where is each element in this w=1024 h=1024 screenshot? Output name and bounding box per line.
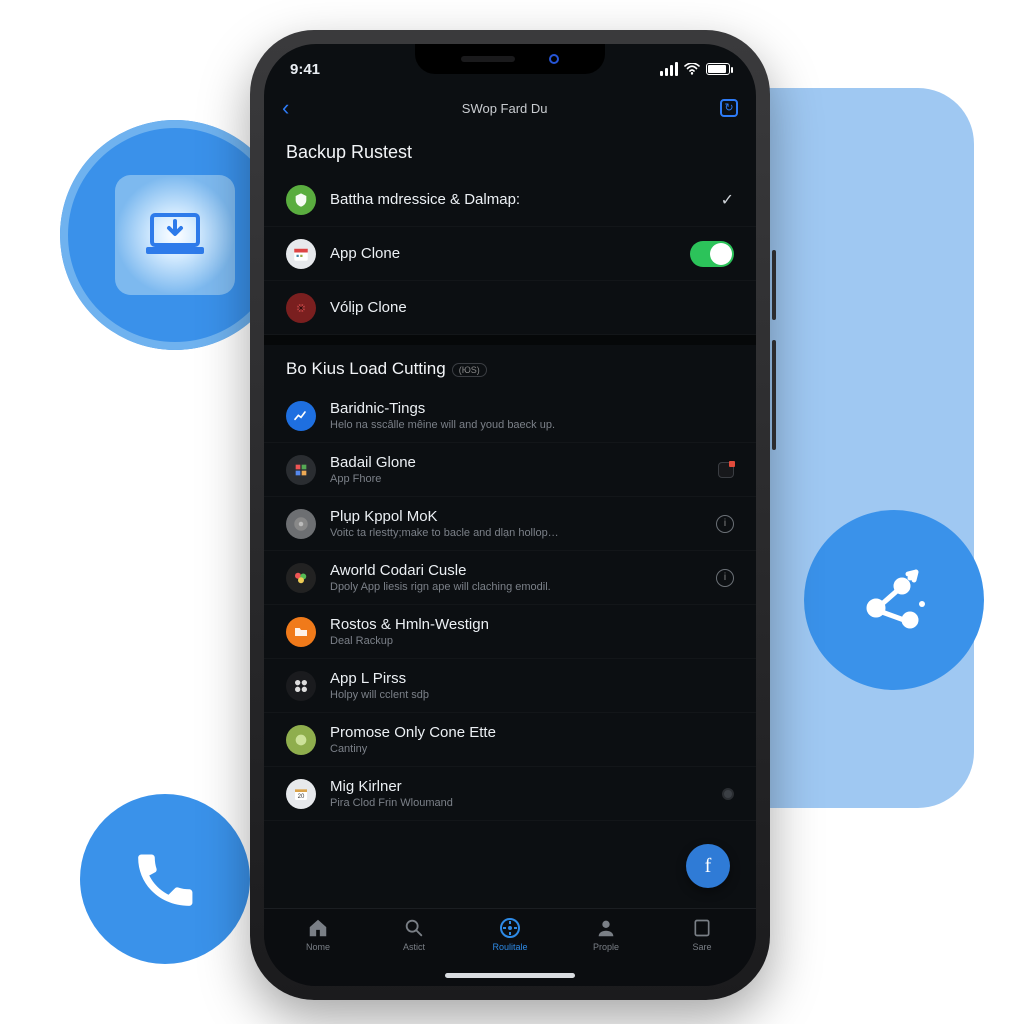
section2-title: Bo Kius Load Cutting(ЮS) bbox=[264, 345, 756, 389]
tab-label: Prople bbox=[593, 942, 619, 952]
row-label: App Clone bbox=[330, 245, 676, 262]
row-badail[interactable]: Badail Glone App Fhore bbox=[264, 443, 756, 497]
row-subtitle: Holpy will cclent sdþ bbox=[330, 689, 720, 701]
tab-label: Roulitale bbox=[492, 942, 527, 952]
share-network-icon bbox=[844, 550, 944, 650]
toggle-on[interactable] bbox=[690, 241, 734, 267]
row-subtitle: Pira Clod Frin Wloumand bbox=[330, 797, 708, 809]
sync-button[interactable] bbox=[720, 99, 738, 117]
row-title: Plụp Kppol MoK bbox=[330, 508, 702, 525]
notification-chip-icon bbox=[718, 462, 734, 478]
tab-label: Astict bbox=[403, 942, 425, 952]
phone-handset-icon bbox=[130, 844, 200, 914]
fab-button[interactable]: f bbox=[686, 844, 730, 888]
row-rostos[interactable]: Rostos & Hmln-Westign Deal Rackup bbox=[264, 605, 756, 659]
row-title: Mig Kirlner bbox=[330, 778, 708, 795]
folder-icon bbox=[286, 617, 316, 647]
radio-off-icon[interactable] bbox=[722, 788, 734, 800]
row-subtitle: Deal Rackup bbox=[330, 635, 720, 647]
checkmark-icon: ✓ bbox=[721, 190, 734, 210]
person-icon bbox=[594, 917, 618, 939]
row-label: Vólịp Clone bbox=[330, 299, 720, 316]
tab-home[interactable]: Nome bbox=[270, 917, 366, 986]
row-voip-clone[interactable]: Vólịp Clone bbox=[264, 281, 756, 335]
fab-label: f bbox=[705, 855, 712, 878]
decor-circle-phone bbox=[80, 794, 250, 964]
battery-icon bbox=[706, 63, 730, 75]
disc-icon bbox=[286, 509, 316, 539]
row-title: Baridnic-Tings bbox=[330, 400, 720, 417]
row-plup[interactable]: Plụp Kppol MoK Voitс ta rlestty;make to … bbox=[264, 497, 756, 551]
row-migkirlner[interactable]: 20 Mig Kirlner Pira Clod Frin Wloumand bbox=[264, 767, 756, 821]
notch bbox=[415, 44, 605, 74]
page-title: SWop Fard Du bbox=[462, 101, 548, 116]
search-icon bbox=[402, 917, 426, 939]
section-divider bbox=[264, 335, 756, 345]
compass-icon bbox=[498, 917, 522, 939]
content-scroll[interactable]: Backup Rustest Battha mdressice & Dalmap… bbox=[264, 128, 756, 908]
bug-icon bbox=[286, 293, 316, 323]
home-indicator[interactable] bbox=[445, 973, 575, 978]
row-title: Rostos & Hmln-Westign bbox=[330, 616, 720, 633]
row-title: Aworld Codari Cusle bbox=[330, 562, 702, 579]
row-title: Promose Only Cone Ette bbox=[330, 724, 720, 741]
calendar-icon bbox=[286, 239, 316, 269]
row-title: App L Pirss bbox=[330, 670, 720, 687]
info-icon[interactable]: i bbox=[716, 515, 734, 533]
svg-text:20: 20 bbox=[298, 794, 305, 800]
row-subtitle: Helo na sscâlle mêine will and youd baec… bbox=[330, 419, 720, 431]
cellular-signal-icon bbox=[660, 62, 678, 76]
section1-title: Backup Rustest bbox=[264, 128, 756, 173]
row-applpirss[interactable]: App L Pirss Holpy will cclent sdþ bbox=[264, 659, 756, 713]
status-time: 9:41 bbox=[290, 61, 320, 78]
chart-icon bbox=[286, 401, 316, 431]
row-aworld[interactable]: Aworld Codari Cusle Dpoly App liesis rig… bbox=[264, 551, 756, 605]
bookmark-icon bbox=[690, 917, 714, 939]
leaf-icon bbox=[286, 725, 316, 755]
decor-circle-share bbox=[804, 510, 984, 690]
laptop-download-icon bbox=[144, 211, 206, 259]
row-title: Badail Glone bbox=[330, 454, 704, 471]
tab-save[interactable]: Sare bbox=[654, 917, 750, 986]
nav-header: ‹ SWop Fard Du bbox=[264, 88, 756, 128]
wifi-icon bbox=[684, 63, 700, 75]
row-app-clone[interactable]: App Clone bbox=[264, 227, 756, 281]
tab-label: Nome bbox=[306, 942, 330, 952]
home-icon bbox=[306, 917, 330, 939]
os-badge: (ЮS) bbox=[452, 363, 487, 377]
row-baridnic[interactable]: Baridnic-Tings Helo na sscâlle mêine wil… bbox=[264, 389, 756, 443]
row-subtitle: Cantiny bbox=[330, 743, 720, 755]
row-label: Battha mdressice & Dalmap: bbox=[330, 191, 707, 208]
phone-screen: 9:41 ‹ SWop Fard Du Backup Rustest bbox=[264, 44, 756, 986]
calendar-small-icon: 20 bbox=[286, 779, 316, 809]
grid-icon bbox=[286, 455, 316, 485]
row-subtitle: Voitс ta rlestty;make to bacle and dlạn … bbox=[330, 527, 702, 539]
row-battha[interactable]: Battha mdressice & Dalmap: ✓ bbox=[264, 173, 756, 227]
shield-icon bbox=[286, 185, 316, 215]
row-subtitle: App Fhore bbox=[330, 473, 704, 485]
row-subtitle: Dpoly App liesis rign ape will claching … bbox=[330, 581, 702, 593]
tab-label: Sare bbox=[692, 942, 711, 952]
phone-frame: 9:41 ‹ SWop Fard Du Backup Rustest bbox=[250, 30, 770, 1000]
back-button[interactable]: ‹ bbox=[282, 95, 289, 121]
info-icon[interactable]: i bbox=[716, 569, 734, 587]
row-promose[interactable]: Promose Only Cone Ette Cantiny bbox=[264, 713, 756, 767]
cluster-icon bbox=[286, 671, 316, 701]
people-icon bbox=[286, 563, 316, 593]
